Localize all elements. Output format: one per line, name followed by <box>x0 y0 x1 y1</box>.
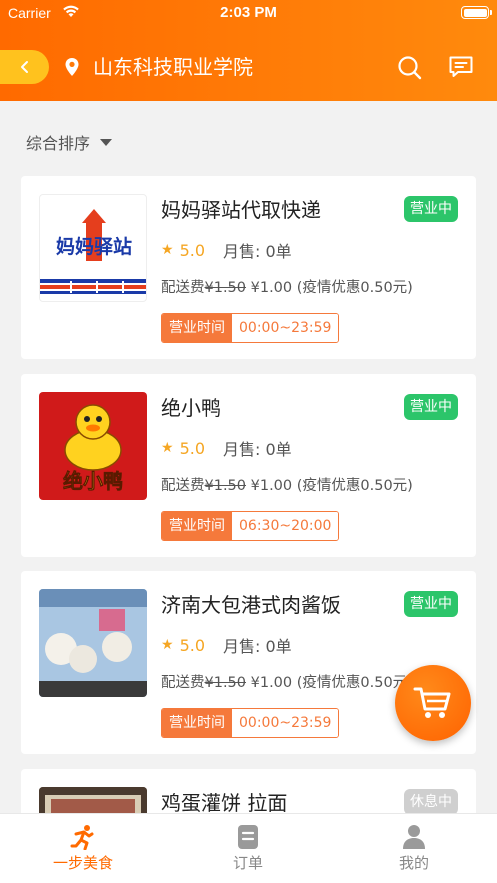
status-bar: Carrier 2:03 PM <box>0 0 497 28</box>
delivery-fee: 配送费¥1.50 ¥1.00 (疫情优惠0.50元) <box>161 276 413 297</box>
store-rating: ★ 5.0 月售: 0单 <box>161 633 292 657</box>
tab-label: 我的 <box>398 854 429 872</box>
store-card[interactable]: 妈妈驿站 妈妈驿站代取快递 营业中 ★ 5.0 月售: 0单 配送费¥1.50 … <box>21 176 476 359</box>
hours-label: 营业时间 <box>162 709 232 737</box>
rating-score: 5.0 <box>179 240 206 260</box>
logo-text: 绝小鸭 <box>63 469 123 493</box>
delivery-fee: 配送费¥1.50 ¥1.00 (疫情优惠0.50元) <box>161 474 413 495</box>
clock: 2:03 PM <box>220 4 277 21</box>
monthly-sales: 月售: 0单 <box>223 440 292 459</box>
fee-original: ¥1.50 <box>204 478 247 494</box>
sort-dropdown[interactable]: 综合排序 <box>26 130 113 154</box>
rating-score: 5.0 <box>179 635 206 655</box>
person-icon <box>403 825 425 849</box>
caret-down-icon <box>100 138 113 146</box>
store-rating: ★ 5.0 月售: 0单 <box>161 238 292 262</box>
tab-label: 订单 <box>232 854 263 872</box>
fee-label: 配送费 <box>161 280 205 296</box>
store-name: 绝小鸭 <box>161 396 221 420</box>
hours-label: 营业时间 <box>162 314 232 342</box>
store-name: 济南大包港式肉酱饭 <box>161 593 341 617</box>
store-rating: ★ 5.0 月售: 0单 <box>161 436 292 460</box>
star-icon: ★ <box>161 242 174 258</box>
store-photo <box>39 589 147 697</box>
message-icon[interactable] <box>448 55 474 79</box>
store-logo: 绝小鸭 <box>39 392 147 500</box>
fee-now: ¥1.00 (疫情优惠0.50元) <box>250 280 413 296</box>
battery-icon <box>461 6 492 19</box>
status-badge: 营业中 <box>404 196 458 222</box>
store-logo: 妈妈驿站 <box>39 194 147 302</box>
logo-text: 妈妈驿站 <box>56 235 132 258</box>
bottom-tab-bar: 一步美食 订单 我的 <box>0 813 497 883</box>
business-hours: 营业时间 00:00~23:59 <box>161 313 340 343</box>
fee-label: 配送费 <box>161 675 205 691</box>
tab-label: 一步美食 <box>52 854 113 872</box>
store-card[interactable]: 鸡蛋灌饼 拉面 休息中 <box>21 769 476 813</box>
header-bar: Carrier 2:03 PM 山东科技职业学院 <box>0 0 497 101</box>
fee-original: ¥1.50 <box>204 280 247 296</box>
delivery-fee: 配送费¥1.50 ¥1.00 (疫情优惠0.50元) <box>161 671 413 692</box>
monthly-sales: 月售: 0单 <box>223 637 292 656</box>
tab-food[interactable]: 一步美食 <box>23 822 143 873</box>
rating-score: 5.0 <box>179 438 206 458</box>
star-icon: ★ <box>161 637 174 653</box>
fee-now: ¥1.00 (疫情优惠0.50元) <box>250 675 413 691</box>
location-pin-icon <box>65 58 79 76</box>
order-icon <box>238 825 258 849</box>
business-hours: 营业时间 00:00~23:59 <box>161 708 340 738</box>
star-icon: ★ <box>161 440 174 456</box>
shopping-cart-icon <box>413 687 451 718</box>
chevron-left-icon <box>20 61 28 73</box>
status-badge: 休息中 <box>404 789 458 813</box>
hours-label: 营业时间 <box>162 512 232 540</box>
store-card[interactable]: 绝小鸭 绝小鸭 营业中 ★ 5.0 月售: 0单 配送费¥1.50 ¥1.00 … <box>21 374 476 557</box>
location-selector[interactable]: 山东科技职业学院 <box>93 53 253 81</box>
business-hours: 营业时间 06:30~20:00 <box>161 511 340 541</box>
search-icon[interactable] <box>397 55 423 81</box>
status-badge: 营业中 <box>404 591 458 617</box>
runner-icon <box>70 825 94 850</box>
sort-label: 综合排序 <box>26 134 91 153</box>
fee-now: ¥1.00 (疫情优惠0.50元) <box>250 478 413 494</box>
store-name: 鸡蛋灌饼 拉面 <box>161 791 288 813</box>
tab-profile[interactable]: 我的 <box>354 822 474 873</box>
status-badge: 营业中 <box>404 394 458 420</box>
monthly-sales: 月售: 0单 <box>223 242 292 261</box>
store-name: 妈妈驿站代取快递 <box>161 198 321 222</box>
fee-original: ¥1.50 <box>204 675 247 691</box>
back-button[interactable] <box>0 50 49 84</box>
cart-button[interactable] <box>395 665 471 741</box>
hours-value: 06:30~20:00 <box>232 512 339 540</box>
hours-value: 00:00~23:59 <box>232 709 339 737</box>
hours-value: 00:00~23:59 <box>232 314 339 342</box>
fee-label: 配送费 <box>161 478 205 494</box>
tab-orders[interactable]: 订单 <box>188 822 308 873</box>
store-photo <box>39 787 147 813</box>
